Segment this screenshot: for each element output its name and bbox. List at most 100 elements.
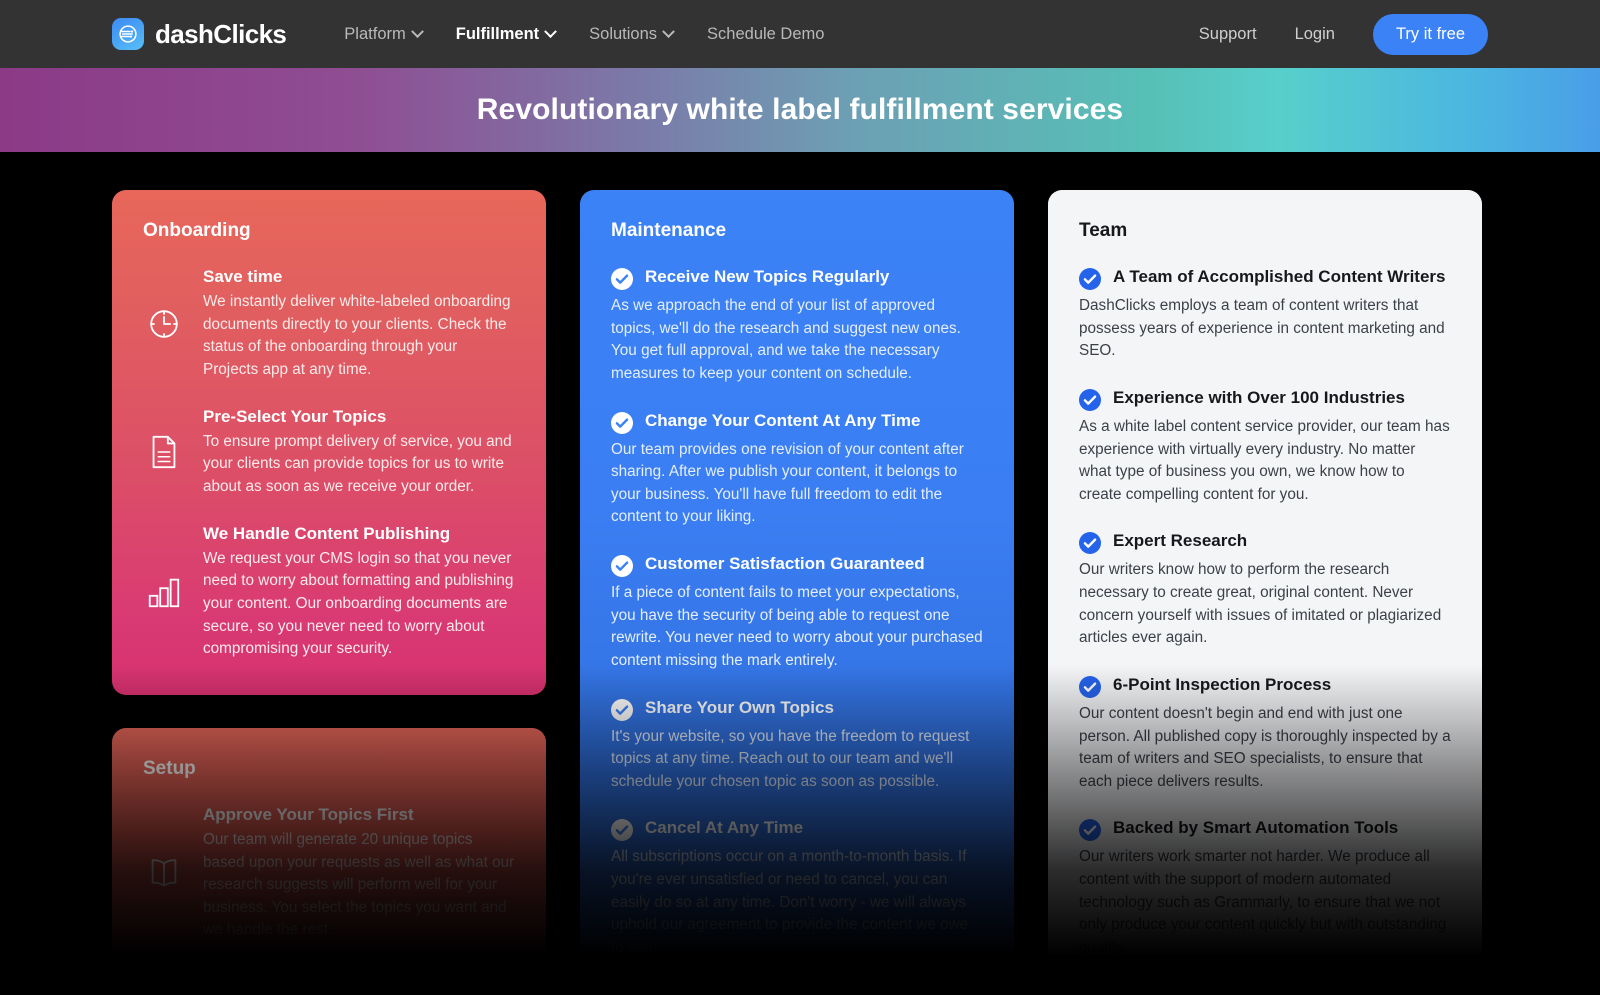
- list-item-text: DashClicks employs a team of content wri…: [1079, 297, 1445, 360]
- list-item-heading: Expert Research: [1113, 531, 1248, 551]
- check-circle-icon: [1079, 819, 1101, 842]
- list-item-head: Expert Research: [1079, 530, 1451, 555]
- list-item-heading: Experience with Over 100 Industries: [1113, 387, 1405, 407]
- list-item-head: Cancel At Any Time: [611, 817, 983, 842]
- check-circle-icon: [611, 698, 633, 721]
- feature-row: Approve Your Topics First Our team will …: [143, 804, 515, 942]
- hero-banner: Revolutionary white label fulfillment se…: [0, 68, 1600, 152]
- list-item-heading: Customer Satisfaction Guaranteed: [645, 554, 925, 573]
- feature-text: Our team will generate 20 unique topics …: [203, 830, 515, 939]
- list-item: A Team of Accomplished Content Writers D…: [1079, 266, 1451, 363]
- list-item: Expert Research Our writers know how to …: [1079, 530, 1451, 650]
- cards-columns: Onboarding Save time We instantly delive…: [0, 152, 1600, 995]
- nav-item-schedule-demo[interactable]: Schedule Demo: [707, 25, 824, 44]
- check-circle-icon: [1079, 388, 1101, 411]
- list-item: 6-Point Inspection Process Our content d…: [1079, 674, 1451, 794]
- onboarding-card: Onboarding Save time We instantly delive…: [112, 190, 546, 695]
- list-item-head: Change Your Content At Any Time: [611, 410, 983, 434]
- list-item-heading: Cancel At Any Time: [645, 818, 804, 838]
- feature-body: Approve Your Topics First Our team will …: [203, 804, 515, 942]
- check-circle-icon: [1079, 532, 1101, 555]
- nav-item-platform-label: Platform: [344, 24, 406, 43]
- list-item-text: Our team provides one revision of your c…: [611, 440, 964, 526]
- check-circle-icon: [611, 555, 633, 577]
- list-item: Share Your Own Topics It's your website,…: [611, 697, 983, 794]
- list-item-text: Our writers work smarter not harder. We …: [1079, 848, 1447, 956]
- nav-item-schedule-demo-label: Schedule Demo: [707, 24, 825, 43]
- list-item: Customer Satisfaction Guaranteed If a pi…: [611, 553, 983, 673]
- list-item-text: As we approach the end of your list of a…: [611, 297, 961, 382]
- list-item: Cancel At Any Time All subscriptions occ…: [611, 817, 983, 959]
- list-item-head: A Team of Accomplished Content Writers: [1079, 266, 1451, 290]
- list-item: Receive New Topics Regularly As we appro…: [611, 266, 983, 386]
- cards-stage: Onboarding Save time We instantly delive…: [0, 152, 1600, 995]
- feature-body: Save time We instantly deliver white-lab…: [203, 266, 515, 382]
- list-item-heading: Receive New Topics Regularly: [645, 267, 890, 286]
- check-circle-icon: [611, 268, 633, 290]
- check-circle-icon: [611, 411, 633, 434]
- try-it-free-button[interactable]: Try it free: [1372, 13, 1488, 55]
- check-circle-icon: [1079, 268, 1101, 290]
- feature-row: We Handle Content Publishing We request …: [143, 523, 515, 661]
- maintenance-card-title: Maintenance: [611, 220, 727, 241]
- onboarding-card-title: Onboarding: [143, 220, 251, 241]
- check-circle-icon: [611, 819, 633, 842]
- feature-body: Pre-Select Your Topics To ensure prompt …: [203, 406, 515, 499]
- list-item-heading: 6-Point Inspection Process: [1113, 674, 1332, 694]
- column-middle: Maintenance Receive New Topics Regularly…: [580, 190, 1014, 994]
- list-item-text: Our writers know how to perform the rese…: [1079, 561, 1442, 647]
- nav-item-platform[interactable]: Platform: [344, 24, 424, 44]
- list-item: Backed by Smart Automation Tools Our wri…: [1079, 817, 1451, 959]
- team-card: Team A Team of Accomplished Content Writ…: [1048, 190, 1482, 994]
- list-item: Experience with Over 100 Industries As a…: [1079, 387, 1451, 507]
- setup-card: Setup Approve Your Topics First Our team…: [112, 727, 546, 995]
- list-item-text: If a piece of content fails to meet your…: [611, 584, 983, 669]
- nav-item-solutions[interactable]: Solutions: [589, 24, 675, 44]
- feature-text: We instantly deliver white-labeled onboa…: [203, 293, 511, 378]
- document-icon: [143, 433, 185, 471]
- list-item-heading: A Team of Accomplished Content Writers: [1113, 267, 1446, 286]
- list-item-head: Experience with Over 100 Industries: [1079, 387, 1451, 411]
- bar-chart-icon: [143, 573, 185, 611]
- feature-heading: Approve Your Topics First: [203, 804, 414, 824]
- nav-item-support[interactable]: Support: [1199, 25, 1257, 44]
- list-item-heading: Share Your Own Topics: [645, 697, 834, 717]
- feature-heading: Pre-Select Your Topics: [203, 406, 387, 426]
- feature-body: We Handle Content Publishing We request …: [203, 523, 515, 661]
- feature-text: To ensure prompt delivery of service, yo…: [203, 432, 512, 495]
- chevron-down-icon: [544, 24, 558, 38]
- nav-item-fulfillment[interactable]: Fulfillment: [455, 24, 558, 44]
- top-navigation-bar: dashClicks Platform Fulfillment Solution…: [0, 0, 1600, 68]
- brand-name: dashClicks: [155, 18, 287, 49]
- team-card-title: Team: [1079, 220, 1128, 241]
- list-item-head: 6-Point Inspection Process: [1079, 674, 1451, 698]
- nav-item-fulfillment-label: Fulfillment: [455, 24, 540, 43]
- list-item-heading: Backed by Smart Automation Tools: [1113, 818, 1399, 838]
- secondary-nav: Support Login Try it free: [1199, 13, 1488, 55]
- nav-item-solutions-label: Solutions: [589, 24, 658, 43]
- setup-card-title: Setup: [143, 757, 196, 779]
- dashclicks-logo-icon: [112, 18, 144, 50]
- feature-text: We request your CMS login so that you ne…: [203, 549, 514, 658]
- maintenance-card: Maintenance Receive New Topics Regularly…: [580, 190, 1014, 994]
- list-item-head: Backed by Smart Automation Tools: [1079, 817, 1451, 842]
- list-item-text: As a white label content service provide…: [1079, 417, 1450, 503]
- clock-icon: [143, 305, 185, 343]
- open-book-icon: [143, 854, 185, 892]
- list-item-head: Receive New Topics Regularly: [611, 266, 983, 290]
- feature-row: Save time We instantly deliver white-lab…: [143, 266, 515, 382]
- chevron-down-icon: [662, 24, 675, 38]
- nav-item-login[interactable]: Login: [1295, 25, 1335, 44]
- chevron-down-icon: [410, 24, 424, 38]
- feature-row: Pre-Select Your Topics To ensure prompt …: [143, 406, 515, 499]
- feature-heading: Save time: [203, 267, 283, 286]
- primary-nav: Platform Fulfillment Solutions Schedule …: [344, 25, 824, 44]
- list-item-head: Customer Satisfaction Guaranteed: [611, 553, 983, 577]
- brand-logo[interactable]: dashClicks: [112, 18, 287, 50]
- list-item-text: It's your website, so you have the freed…: [611, 727, 970, 790]
- hero-title: Revolutionary white label fulfillment se…: [476, 93, 1124, 126]
- feature-heading: We Handle Content Publishing: [203, 523, 451, 543]
- column-right: Team A Team of Accomplished Content Writ…: [1048, 190, 1482, 994]
- list-item-head: Share Your Own Topics: [611, 697, 983, 721]
- list-item-text: All subscriptions occur on a month-to-mo…: [611, 848, 969, 956]
